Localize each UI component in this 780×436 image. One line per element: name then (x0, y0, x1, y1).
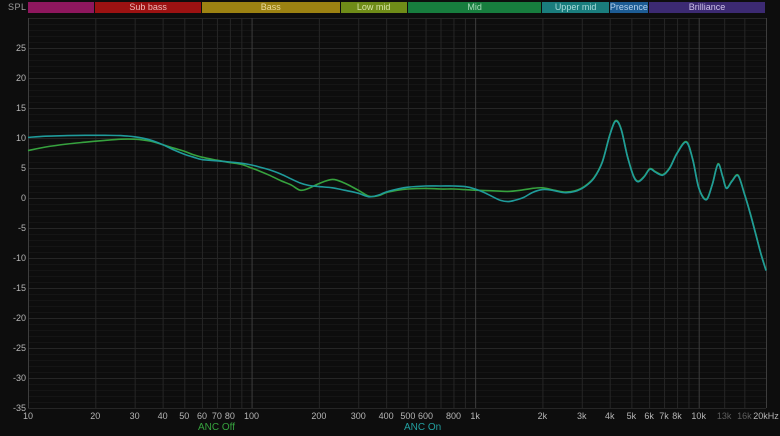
x-tick-label: 16k (737, 411, 752, 421)
y-tick-label: -30 (12, 373, 26, 383)
x-tick-label: 800 (445, 411, 461, 421)
x-tick-label: 300 (350, 411, 366, 421)
y-tick-label: 20 (15, 73, 26, 83)
x-tick-label: 70 (211, 411, 222, 421)
legend-anc-off[interactable]: ANC Off (198, 422, 235, 433)
x-tick-label: 40 (157, 411, 168, 421)
x-tick-label: 6k (644, 411, 654, 421)
y-tick-label: 5 (20, 163, 26, 173)
x-tick-label: 13k (716, 411, 732, 421)
y-tick-label: 25 (15, 43, 26, 53)
y-tick-label: -15 (12, 283, 26, 293)
anc-on-curve (27, 120, 767, 271)
anc-off-curve (27, 119, 767, 271)
x-tick-label: 30 (129, 411, 140, 421)
legend-anc-on[interactable]: ANC On (404, 422, 441, 433)
x-tick-label: 50 (179, 411, 190, 421)
x-tick-label: 4k (604, 411, 615, 421)
frequency-response-chart: SPL Sub bass Bass Low mid Mid Upper mid Prese… (0, 0, 780, 436)
x-tick-label: 5k (626, 411, 637, 421)
x-tick-label: 600 (418, 411, 434, 421)
x-tick-label: 20 (90, 411, 101, 421)
y-tick-label: -5 (17, 223, 26, 233)
x-tick-label: 7k (659, 411, 669, 421)
x-tick-label: 400 (378, 411, 394, 421)
x-tick-label: 500 (400, 411, 416, 421)
y-tick-label: 10 (15, 133, 26, 143)
y-tick-label: -10 (12, 253, 26, 263)
x-tick-label: 2k (537, 411, 548, 421)
x-tick-label: 20kHz (753, 411, 779, 421)
x-tick-label: 80 (224, 411, 235, 421)
plot-area (27, 18, 767, 409)
y-tick-label: 0 (20, 193, 26, 203)
x-tick-label: 10k (691, 411, 706, 421)
y-tick-label: -25 (12, 343, 26, 353)
x-tick-label: 3k (577, 411, 587, 421)
x-tick-label: 1k (470, 411, 480, 421)
y-tick-label: -20 (12, 313, 26, 323)
x-tick-label: 10 (22, 411, 34, 421)
x-tick-label: 60 (196, 411, 207, 421)
x-tick-label: 200 (311, 411, 327, 421)
y-tick-label: 15 (15, 103, 26, 113)
x-tick-label: 100 (244, 411, 260, 421)
x-tick-label: 8k (672, 411, 682, 421)
